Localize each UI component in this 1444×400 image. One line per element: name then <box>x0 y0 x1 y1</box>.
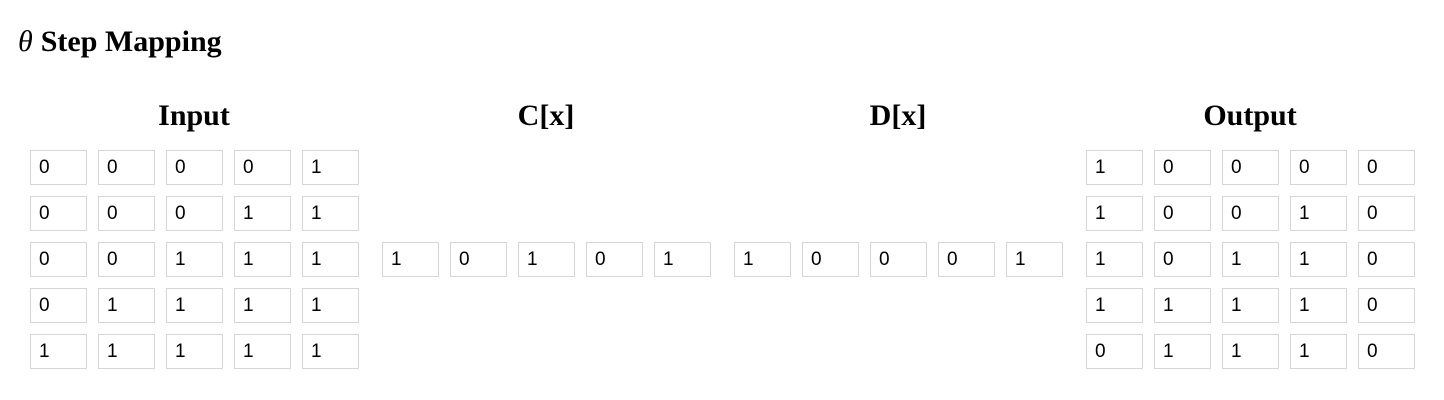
input-cell[interactable] <box>98 288 155 323</box>
d-cell[interactable] <box>870 242 927 277</box>
input-cell[interactable] <box>302 196 359 231</box>
c-cell[interactable] <box>382 242 439 277</box>
input-cell[interactable] <box>98 150 155 185</box>
input-cell[interactable] <box>30 196 87 231</box>
output-cell[interactable] <box>1154 288 1211 323</box>
output-cell[interactable] <box>1290 242 1347 277</box>
output-cell[interactable] <box>1222 288 1279 323</box>
output-cell[interactable] <box>1358 334 1415 369</box>
page-title-text: Step Mapping <box>40 25 222 58</box>
c-cell[interactable] <box>654 242 711 277</box>
input-cell[interactable] <box>302 242 359 277</box>
output-cell[interactable] <box>1290 196 1347 231</box>
d-cell[interactable] <box>734 242 791 277</box>
output-cell[interactable] <box>1290 150 1347 185</box>
input-cell[interactable] <box>234 150 291 185</box>
d-header: D[x] <box>869 99 927 132</box>
page-title: θ Step Mapping <box>18 22 222 62</box>
output-cell[interactable] <box>1222 150 1279 185</box>
d-cell[interactable] <box>938 242 995 277</box>
input-cell[interactable] <box>302 150 359 185</box>
input-cell[interactable] <box>30 288 87 323</box>
output-cell[interactable] <box>1086 334 1143 369</box>
output-cell[interactable] <box>1086 196 1143 231</box>
output-header: Output <box>1203 99 1297 132</box>
input-cell[interactable] <box>166 150 223 185</box>
c-header: C[x] <box>517 99 575 132</box>
output-cell[interactable] <box>1290 334 1347 369</box>
input-cell[interactable] <box>302 334 359 369</box>
c-cell[interactable] <box>450 242 507 277</box>
c-cell[interactable] <box>586 242 643 277</box>
output-cell[interactable] <box>1222 242 1279 277</box>
output-cell[interactable] <box>1222 196 1279 231</box>
output-cell[interactable] <box>1086 242 1143 277</box>
input-cell[interactable] <box>98 334 155 369</box>
output-cell[interactable] <box>1154 150 1211 185</box>
output-cell[interactable] <box>1222 334 1279 369</box>
input-cell[interactable] <box>30 242 87 277</box>
input-cell[interactable] <box>30 334 87 369</box>
d-cell[interactable] <box>802 242 859 277</box>
input-cell[interactable] <box>98 242 155 277</box>
input-cell[interactable] <box>98 196 155 231</box>
output-cell[interactable] <box>1358 288 1415 323</box>
input-cell[interactable] <box>234 334 291 369</box>
output-cell[interactable] <box>1290 288 1347 323</box>
input-cell[interactable] <box>234 242 291 277</box>
c-cell[interactable] <box>518 242 575 277</box>
output-cell[interactable] <box>1154 196 1211 231</box>
output-cell[interactable] <box>1086 288 1143 323</box>
input-cell[interactable] <box>166 196 223 231</box>
input-cell[interactable] <box>166 288 223 323</box>
output-cell[interactable] <box>1358 150 1415 185</box>
output-cell[interactable] <box>1358 242 1415 277</box>
output-cell[interactable] <box>1358 196 1415 231</box>
input-cell[interactable] <box>234 196 291 231</box>
input-header: Input <box>158 99 230 132</box>
input-cell[interactable] <box>30 150 87 185</box>
input-cell[interactable] <box>166 242 223 277</box>
input-cell[interactable] <box>234 288 291 323</box>
output-cell[interactable] <box>1154 242 1211 277</box>
theta-symbol: θ <box>18 25 33 58</box>
d-cell[interactable] <box>1006 242 1063 277</box>
output-cell[interactable] <box>1154 334 1211 369</box>
output-cell[interactable] <box>1086 150 1143 185</box>
input-cell[interactable] <box>302 288 359 323</box>
input-cell[interactable] <box>166 334 223 369</box>
